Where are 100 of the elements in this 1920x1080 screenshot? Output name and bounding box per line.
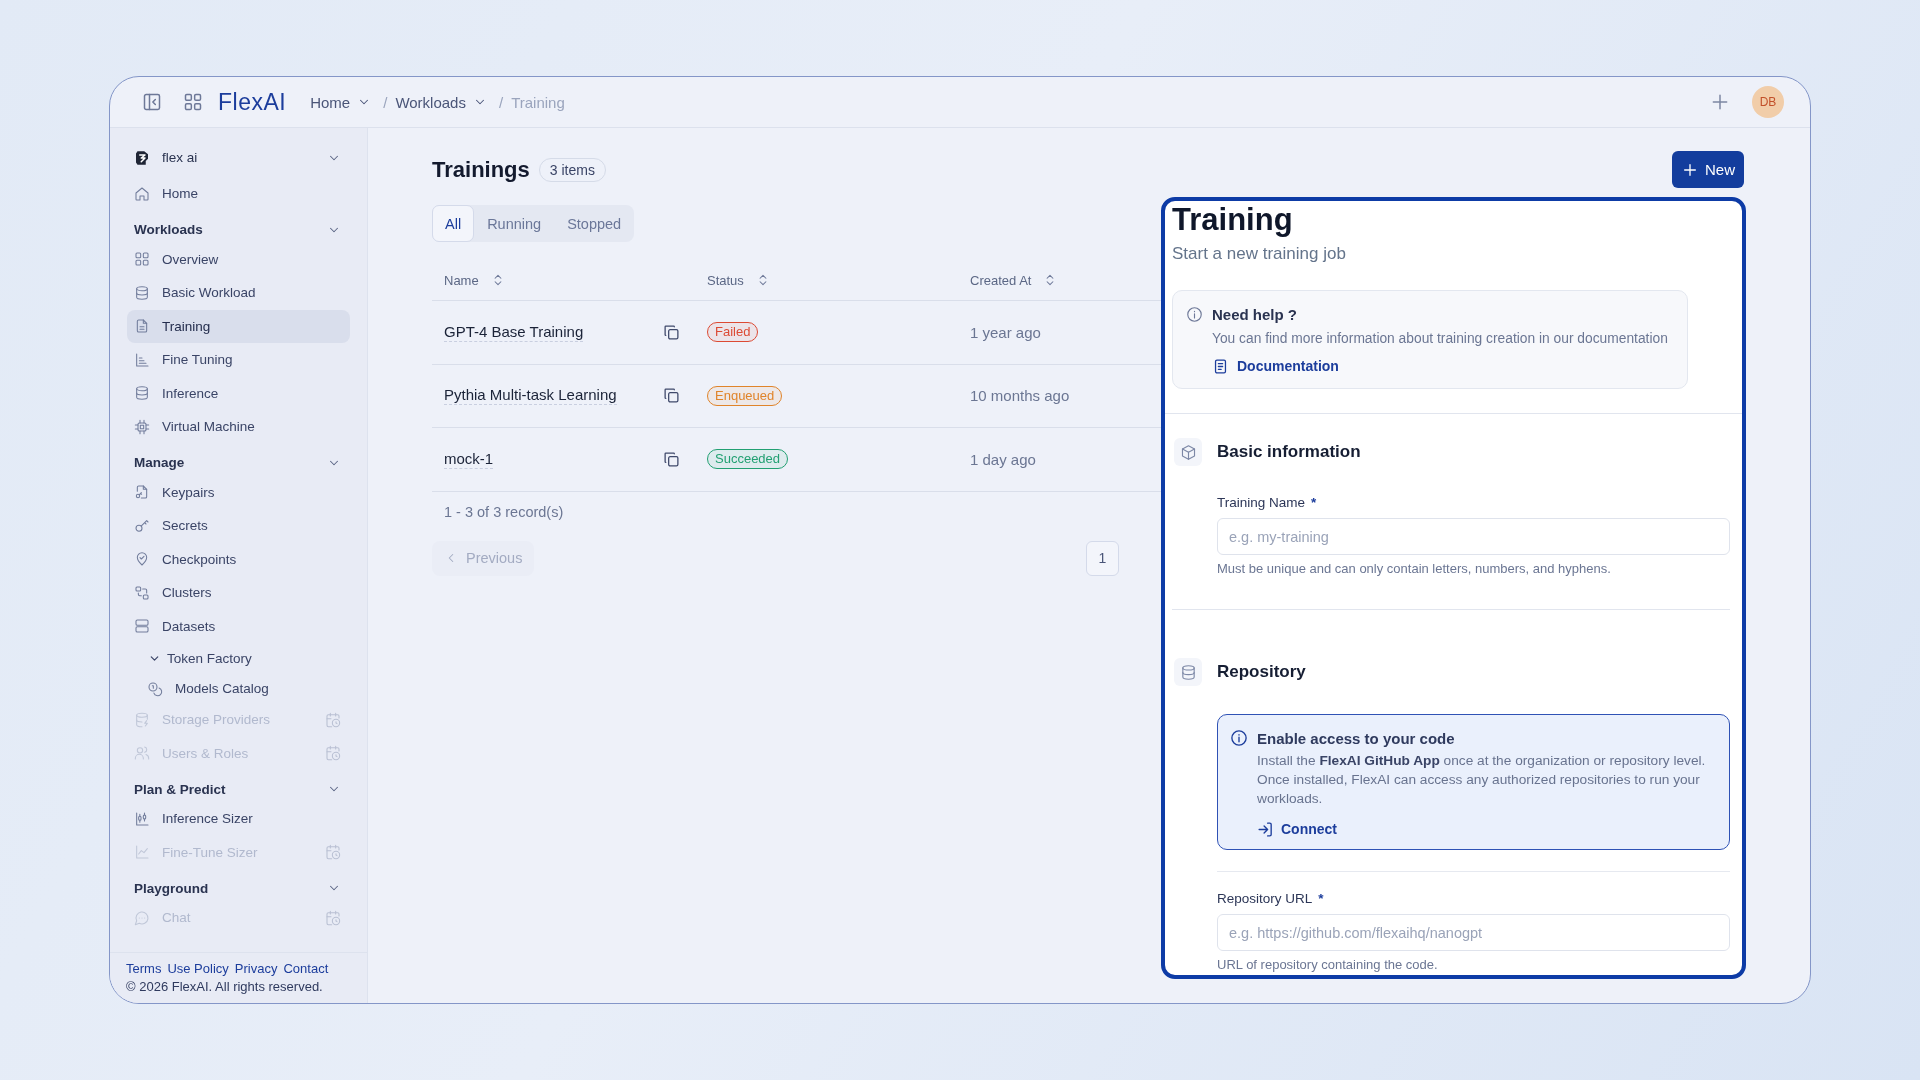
grid-icon	[134, 251, 150, 268]
panel-subtitle: Start a new training job	[1172, 243, 1347, 265]
key-icon	[134, 517, 150, 534]
help-text: You can find more information about training creation in our documentation	[1211, 330, 1669, 348]
sidebar-item[interactable]: Fine Tuning	[127, 343, 350, 377]
column-header[interactable]: Created At	[970, 272, 1058, 288]
chat-icon	[134, 909, 150, 926]
sidebar-item[interactable]: Datasets	[127, 609, 350, 643]
sidebar-item[interactable]: Inference Sizer	[127, 802, 350, 836]
key-file-icon	[134, 484, 150, 501]
status-badge: Enqueued	[707, 385, 783, 406]
users-icon	[134, 745, 150, 762]
bar-chart-icon	[134, 351, 150, 368]
sidebar-item[interactable]: Secrets	[127, 509, 350, 543]
section-header[interactable]: Workloads	[127, 216, 350, 243]
page-button[interactable]: 1	[1086, 540, 1119, 576]
calendar-clock-icon	[325, 909, 341, 926]
copy-icon[interactable]	[663, 323, 680, 341]
brand-logo[interactable]: FlexAI	[218, 88, 287, 116]
database-icon	[134, 385, 150, 402]
field-label: Repository URL	[1217, 890, 1313, 908]
footer-link[interactable]: Terms	[126, 960, 162, 978]
banner-title: Enable access to your code	[1257, 729, 1455, 747]
documentation-link[interactable]: Documentation	[1212, 356, 1339, 376]
database-bolt-icon	[134, 711, 150, 728]
pin-check-icon	[134, 551, 150, 568]
field-label: Training Name	[1217, 494, 1306, 512]
sidebar-item[interactable]: Clusters	[127, 576, 350, 610]
sidebar-toggle-icon[interactable]	[142, 92, 162, 112]
breadcrumb-separator: /	[383, 93, 388, 111]
footer-link[interactable]: Contact	[283, 960, 329, 978]
panel-title: Training	[1172, 202, 1294, 238]
section-header[interactable]: Manage	[127, 449, 350, 476]
sidebar-item[interactable]: Inference	[127, 376, 350, 410]
sidebar-item[interactable]: Home	[127, 177, 350, 211]
breadcrumb-link[interactable]: Home	[310, 93, 372, 111]
workspace-switcher[interactable]: flex ai	[127, 141, 350, 174]
breadcrumb-separator: /	[498, 93, 504, 111]
filter-tab[interactable]: Running	[474, 205, 555, 242]
sidebar-item[interactable]: Checkpoints	[127, 542, 350, 576]
section-header[interactable]: Playground	[127, 875, 350, 901]
required-mark: *	[1318, 890, 1324, 908]
login-arrow-icon	[1257, 820, 1274, 838]
document-icon	[134, 318, 150, 335]
calendar-clock-icon	[325, 745, 341, 762]
sidebar-item[interactable]: Overview	[127, 242, 350, 276]
text-input[interactable]: e.g. https://github.com/flexaihq/nanogpt	[1217, 914, 1730, 951]
created-date: 1 day ago	[970, 450, 1036, 468]
sidebar-item[interactable]: Basic Workload	[127, 276, 350, 310]
org-logo-icon	[133, 148, 151, 167]
copyright-text: © 2026 FlexAI. All rights reserved.	[126, 978, 324, 996]
info-icon	[1230, 729, 1248, 747]
sidebar-item[interactable]: Models Catalog	[127, 674, 350, 703]
section-title: Repository	[1217, 662, 1306, 682]
home-icon	[134, 185, 150, 202]
section-header[interactable]: Plan & Predict	[127, 776, 350, 802]
record-count: 1 - 3 of 3 record(s)	[444, 502, 564, 521]
training-name-link[interactable]: Pythia Multi-task Learning	[444, 386, 617, 406]
sidebar-item[interactable]: Training	[127, 309, 350, 343]
new-button[interactable]: New	[1672, 151, 1744, 188]
breadcrumb-link[interactable]: Workloads	[395, 93, 487, 111]
created-date: 1 year ago	[970, 323, 1041, 341]
calendar-clock-icon	[325, 711, 341, 728]
chip-icon	[134, 418, 150, 435]
copy-icon[interactable]	[663, 387, 680, 405]
filter-tab[interactable]: Stopped	[554, 205, 635, 242]
server-icon	[134, 618, 150, 635]
field-hint: URL of repository containing the code.	[1217, 957, 1439, 973]
info-icon	[1186, 305, 1203, 323]
filter-tab[interactable]: All	[432, 205, 475, 242]
footer-link[interactable]: Privacy	[234, 960, 278, 978]
column-header[interactable]: Status	[707, 272, 770, 288]
sidebar-item[interactable]: Keypairs	[127, 475, 350, 509]
database-icon	[134, 284, 150, 301]
banner-text: Install the FlexAI GitHub App once at the organization or repository level. Once installed, FlexAI can access any authorized repositories to run your workloads.	[1256, 752, 1707, 808]
column-header[interactable]: Name	[444, 272, 505, 288]
calendar-clock-icon	[325, 844, 341, 861]
sidebar-item[interactable]: Virtual Machine	[127, 410, 350, 444]
help-title: Need help ?	[1212, 305, 1297, 323]
field-hint: Must be unique and can only contain letters, numbers, and hyphens.	[1217, 561, 1612, 577]
sidebar-group[interactable]: Token Factory	[127, 643, 350, 674]
section-title: Basic information	[1217, 442, 1361, 462]
text-input[interactable]: e.g. my-training	[1217, 518, 1730, 555]
status-badge: Failed	[707, 322, 759, 343]
line-chart-icon	[134, 844, 150, 861]
required-mark: *	[1311, 494, 1317, 512]
connect-link[interactable]: Connect	[1257, 819, 1337, 839]
page-title: Trainings	[432, 156, 530, 183]
plus-icon	[1682, 161, 1698, 178]
coins-icon	[147, 680, 163, 697]
footer-link[interactable]: Use Policy	[167, 960, 229, 978]
apps-grid-icon[interactable]	[183, 92, 203, 112]
training-name-link[interactable]: GPT-4 Base Training	[444, 322, 584, 342]
copy-icon[interactable]	[663, 450, 680, 468]
training-name-link[interactable]: mock-1	[444, 449, 494, 469]
status-badge: Succeeded	[707, 449, 789, 470]
nodes-icon	[134, 584, 150, 601]
cube-icon	[1174, 438, 1202, 466]
document-icon	[1212, 357, 1229, 375]
created-date: 10 months ago	[970, 387, 1070, 405]
